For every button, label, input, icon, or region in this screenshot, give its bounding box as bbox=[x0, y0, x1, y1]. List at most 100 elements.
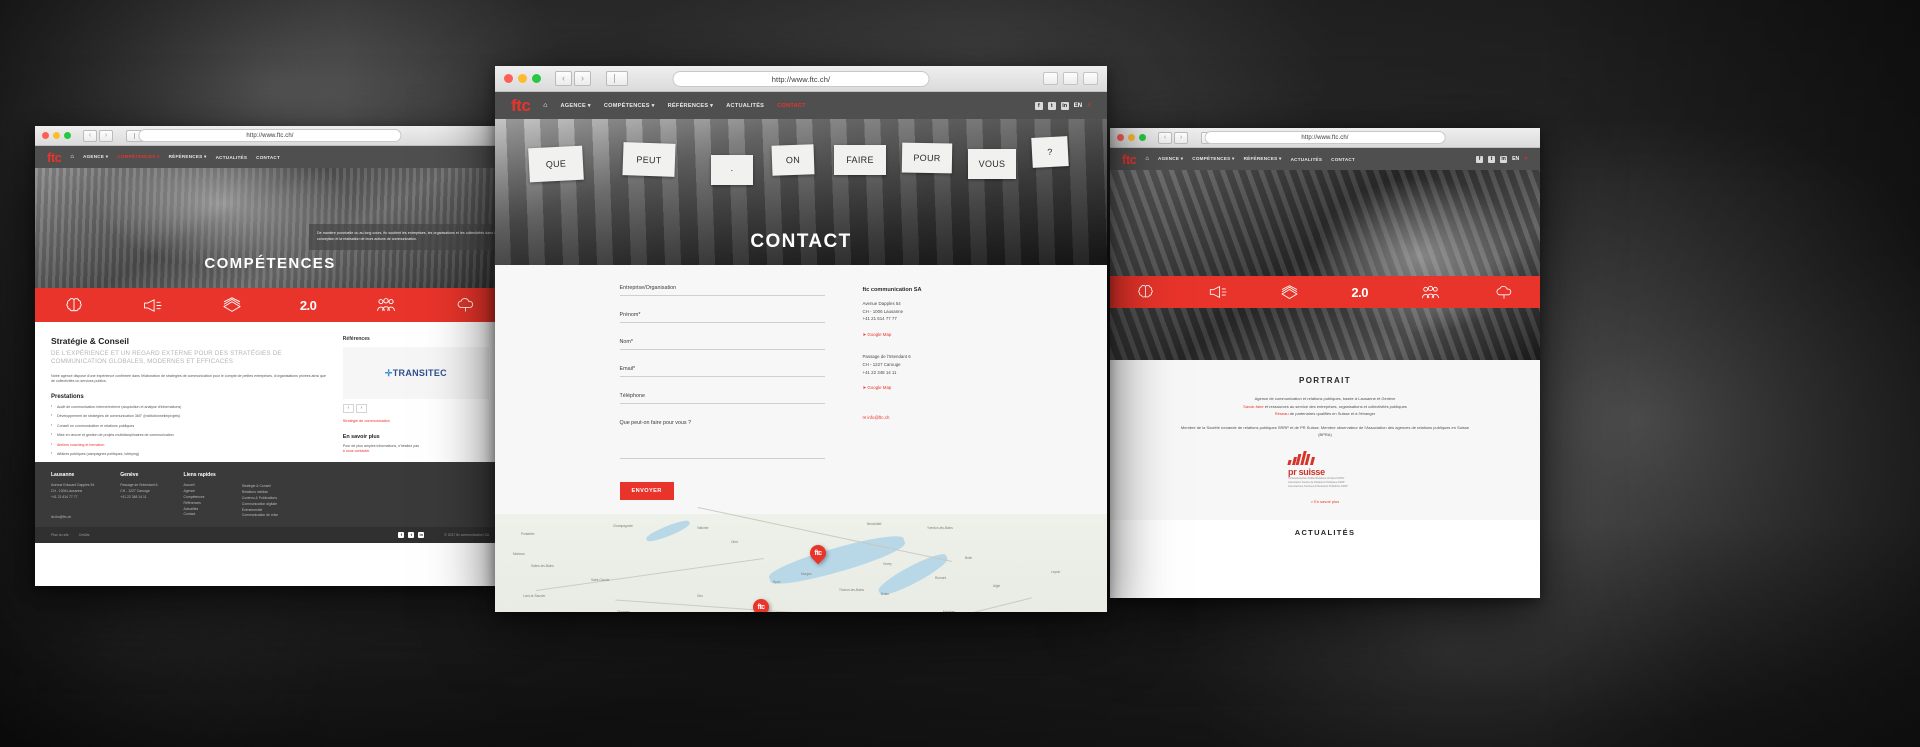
nav-contact[interactable]: CONTACT bbox=[777, 103, 806, 109]
contact-map[interactable]: ftc ftc Pontarlier Salins-les-Bains Cham… bbox=[495, 506, 1107, 612]
phone-number[interactable]: +41 21 614 77 77 bbox=[863, 315, 983, 323]
field-firstname[interactable]: Prénom* bbox=[619, 312, 825, 323]
close-button[interactable] bbox=[504, 74, 513, 83]
nav-actualites[interactable]: ACTUALITÉS bbox=[726, 103, 764, 109]
cloud-icon[interactable] bbox=[1494, 285, 1514, 300]
sidebar-icon[interactable] bbox=[606, 71, 628, 86]
nav-competences[interactable]: COMPÉTENCES ▾ bbox=[117, 154, 159, 160]
search-icon[interactable]: ⌕ bbox=[1087, 102, 1091, 110]
browser-window-competences[interactable]: ‹ › http://www.ftc.ch/ ftc ⌂ AGENCE ▾ CO… bbox=[35, 126, 505, 586]
close-button[interactable] bbox=[42, 132, 49, 139]
address-bar[interactable]: http://www.ftc.ch/ bbox=[672, 70, 930, 87]
nav-references[interactable]: RÉFÉRENCES ▾ bbox=[1244, 156, 1282, 162]
nav-agence[interactable]: AGENCE ▾ bbox=[83, 154, 108, 160]
nav-right-group[interactable]: f t in EN ⌕ bbox=[1476, 155, 1528, 163]
right-icon-strip[interactable]: 2.0 bbox=[1110, 276, 1540, 308]
language-switch[interactable]: EN bbox=[1512, 156, 1519, 162]
traffic-lights[interactable] bbox=[42, 132, 71, 139]
forward-button[interactable]: › bbox=[574, 71, 591, 86]
megaphone-icon[interactable] bbox=[142, 298, 163, 313]
footer-link[interactable]: Communication digitale bbox=[242, 502, 278, 508]
ftc-logo[interactable]: ftc bbox=[47, 150, 62, 165]
nav-agence[interactable]: AGENCE ▾ bbox=[1158, 156, 1183, 162]
money-icon[interactable] bbox=[1280, 284, 1299, 300]
list-item[interactable]: Audit de communication interne/externe (… bbox=[51, 403, 329, 410]
list-item-active[interactable]: Ateliers coaching et formation bbox=[51, 442, 329, 448]
list-item[interactable]: Conseil en communication et relations pu… bbox=[51, 423, 329, 429]
facebook-icon[interactable]: f bbox=[398, 531, 405, 538]
home-icon[interactable]: ⌂ bbox=[543, 102, 547, 109]
list-item[interactable]: Mise en œuvre et gestion de projets mult… bbox=[51, 432, 329, 438]
input-email[interactable] bbox=[619, 376, 825, 377]
home-icon[interactable]: ⌂ bbox=[70, 154, 74, 160]
back-button[interactable]: ‹ bbox=[83, 129, 97, 142]
nav-competences[interactable]: COMPÉTENCES ▾ bbox=[1192, 156, 1234, 162]
two-point-zero[interactable]: 2.0 bbox=[300, 298, 317, 313]
toolbar-right[interactable] bbox=[1043, 72, 1098, 85]
address-bar[interactable]: http://www.ftc.ch/ bbox=[1204, 131, 1446, 144]
carousel-next[interactable]: › bbox=[355, 404, 367, 413]
maximize-button[interactable] bbox=[64, 132, 71, 139]
input-firstname[interactable] bbox=[619, 322, 825, 323]
contact-site-nav[interactable]: ftc ⌂ AGENCE ▾ COMPÉTENCES ▾ RÉFÉRENCES … bbox=[495, 92, 1107, 119]
reference-carousel[interactable]: ‹ › bbox=[342, 404, 489, 413]
traffic-lights[interactable] bbox=[504, 74, 541, 83]
input-company[interactable] bbox=[619, 295, 825, 296]
footer-link[interactable]: Communication de crise bbox=[242, 513, 278, 519]
left-icon-strip[interactable]: 2.0 bbox=[35, 288, 505, 322]
back-button[interactable]: ‹ bbox=[1158, 131, 1172, 144]
right-site-nav[interactable]: ftc ⌂ AGENCE ▾ COMPÉTENCES ▾ RÉFÉRENCES … bbox=[1110, 148, 1540, 170]
forward-button[interactable]: › bbox=[1174, 131, 1188, 144]
people-icon[interactable] bbox=[1420, 285, 1441, 300]
nav-buttons[interactable]: ‹ › bbox=[83, 129, 113, 142]
input-phone[interactable] bbox=[619, 403, 825, 404]
nav-actualites[interactable]: ACTUALITÉS bbox=[1291, 157, 1323, 162]
nav-contact[interactable]: CONTACT bbox=[1331, 157, 1355, 162]
home-icon[interactable]: ⌂ bbox=[1145, 156, 1149, 162]
maximize-button[interactable] bbox=[532, 74, 541, 83]
left-site-nav[interactable]: ftc ⌂ AGENCE ▾ COMPÉTENCES ▾ RÉFÉRENCES … bbox=[35, 146, 505, 168]
ftc-logo[interactable]: ftc bbox=[511, 96, 531, 116]
field-message[interactable]: Que peut-on faire pour vous ? bbox=[619, 420, 825, 459]
field-email[interactable]: Email* bbox=[619, 366, 825, 377]
contact-form[interactable]: Entreprise/Organisation Prénom* Nom* Ema… bbox=[619, 285, 825, 500]
brain-icon[interactable] bbox=[64, 297, 84, 314]
field-phone[interactable]: Téléphone bbox=[619, 393, 825, 404]
field-company[interactable]: Entreprise/Organisation bbox=[619, 285, 825, 296]
reference-caption[interactable]: Stratégie de communication bbox=[343, 419, 489, 423]
maximize-button[interactable] bbox=[1139, 134, 1146, 141]
input-lastname[interactable] bbox=[619, 349, 825, 350]
browser-window-contact[interactable]: ‹ › http://www.ftc.ch/ ftc ⌂ AGENCE ▾ CO… bbox=[495, 66, 1107, 612]
nav-competences[interactable]: COMPÉTENCES ▾ bbox=[604, 103, 655, 109]
brain-icon[interactable] bbox=[1136, 284, 1155, 300]
traffic-lights[interactable] bbox=[1117, 134, 1146, 141]
credits-link[interactable]: Crédits bbox=[79, 533, 90, 537]
minimize-button[interactable] bbox=[53, 132, 60, 139]
footer-link[interactable]: Contact bbox=[184, 512, 216, 518]
list-item[interactable]: Affaires publiques (campagnes politiques… bbox=[51, 451, 329, 457]
right-window-titlebar[interactable]: ‹ › http://www.ftc.ch/ bbox=[1110, 128, 1540, 148]
back-button[interactable]: ‹ bbox=[555, 71, 572, 86]
cloud-icon[interactable] bbox=[455, 297, 476, 313]
minimize-button[interactable] bbox=[1128, 134, 1135, 141]
twitter-icon[interactable]: t bbox=[1047, 101, 1056, 110]
forward-button[interactable]: › bbox=[99, 129, 113, 142]
twitter-icon[interactable]: t bbox=[408, 531, 415, 538]
money-icon[interactable] bbox=[222, 297, 242, 313]
new-tab-icon[interactable] bbox=[1083, 72, 1098, 85]
linkedin-icon[interactable]: in bbox=[1500, 155, 1508, 163]
language-switch[interactable]: EN bbox=[1074, 103, 1082, 109]
nav-buttons[interactable]: ‹ › bbox=[1158, 131, 1188, 144]
left-window-titlebar[interactable]: ‹ › http://www.ftc.ch/ bbox=[35, 126, 505, 146]
linkedin-icon[interactable]: in bbox=[1060, 101, 1069, 110]
google-map-link[interactable]: ➤ Google Map bbox=[863, 385, 892, 391]
nav-contact[interactable]: CONTACT bbox=[256, 155, 280, 160]
en-savoir-plus-link[interactable]: > En savoir plus bbox=[1130, 499, 1520, 504]
google-map-link[interactable]: ➤ Google Map bbox=[863, 332, 892, 338]
nav-actualites[interactable]: ACTUALITÉS bbox=[216, 155, 248, 160]
two-point-zero[interactable]: 2.0 bbox=[1351, 285, 1368, 300]
nav-agence[interactable]: AGENCE ▾ bbox=[561, 103, 591, 109]
search-icon[interactable]: ⌕ bbox=[1524, 155, 1528, 163]
carousel-prev[interactable]: ‹ bbox=[342, 404, 354, 413]
nav-buttons[interactable]: ‹ › bbox=[555, 71, 591, 86]
